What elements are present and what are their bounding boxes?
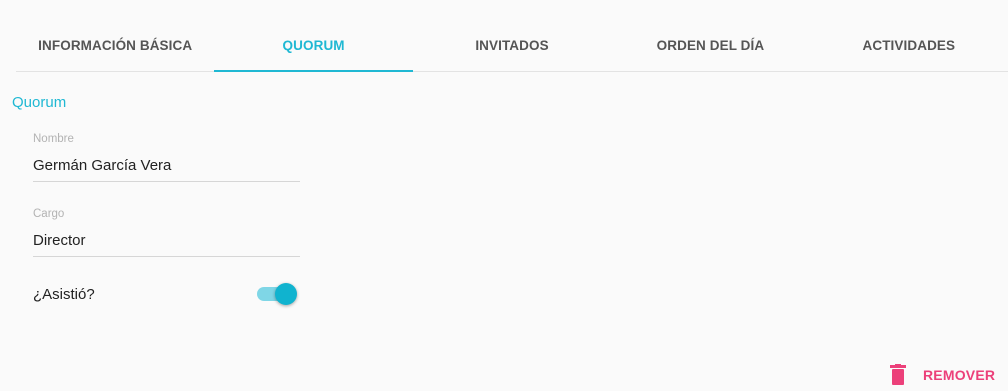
trash-icon — [889, 364, 909, 386]
tab-quorum[interactable]: QUORUM — [214, 22, 414, 72]
asistio-row: ¿Asistió? — [33, 280, 300, 308]
cargo-label: Cargo — [33, 208, 65, 220]
cargo-input[interactable]: Director — [33, 224, 300, 257]
nombre-field[interactable]: Nombre Germán García Vera — [33, 133, 300, 182]
tab-bar: INFORMACIÓN BÁSICA QUORUM INVITADOS ORDE… — [16, 22, 1008, 72]
tab-informacion-basica[interactable]: INFORMACIÓN BÁSICA — [16, 22, 214, 71]
asistio-label: ¿Asistió? — [33, 286, 95, 303]
tab-actividades[interactable]: ACTIVIDADES — [810, 22, 1008, 71]
toggle-thumb[interactable] — [275, 283, 297, 305]
tab-invitados[interactable]: INVITADOS — [413, 22, 611, 71]
asistio-toggle[interactable] — [255, 283, 299, 305]
nombre-input[interactable]: Germán García Vera — [33, 149, 300, 182]
remove-button[interactable]: REMOVER — [889, 364, 1001, 386]
nombre-label: Nombre — [33, 133, 74, 145]
section-title: Quorum — [12, 94, 67, 111]
tab-orden-del-dia[interactable]: ORDEN DEL DÍA — [611, 22, 809, 71]
cargo-field[interactable]: Cargo Director — [33, 208, 300, 257]
remove-label: REMOVER — [923, 367, 996, 383]
